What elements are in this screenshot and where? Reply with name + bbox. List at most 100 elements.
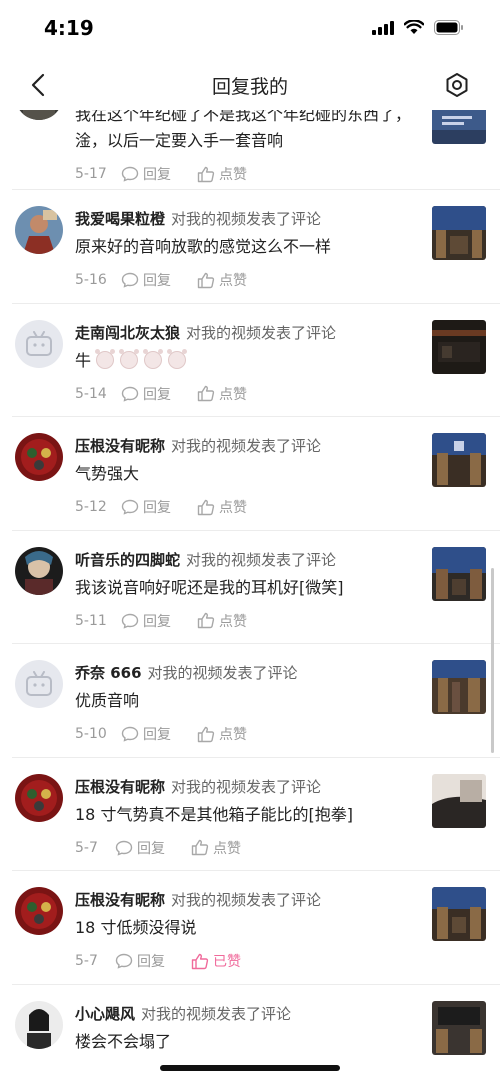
video-thumbnail[interactable] xyxy=(432,108,486,144)
avatar[interactable] xyxy=(15,546,63,595)
video-thumbnail[interactable] xyxy=(432,660,486,714)
like-button[interactable]: 点赞 xyxy=(197,724,247,744)
username[interactable]: 压根没有昵称 xyxy=(75,778,165,796)
cellular-signal-icon xyxy=(372,20,394,35)
cow-emoji-icon xyxy=(167,348,188,369)
reply-button[interactable]: 回复 xyxy=(121,384,171,404)
avatar[interactable] xyxy=(15,1000,63,1049)
list-item[interactable]: 我在这个年纪碰了不是我这个年纪碰的东西了，淦，以后一定要入手一套音响 5-17 … xyxy=(12,108,500,190)
comment-action: 对我的视频发表了评论 xyxy=(171,210,322,228)
avatar[interactable] xyxy=(15,887,63,935)
comment-action: 对我的视频发表了评论 xyxy=(171,891,322,909)
comment-action: 对我的视频发表了评论 xyxy=(141,1004,292,1023)
username[interactable]: 听音乐的四脚蛇 xyxy=(75,551,180,569)
comment-meta: 5-7 回复 已赞 xyxy=(75,951,425,971)
list-item[interactable]: 压根没有昵称 对我的视频发表了评论 18 寸低频没得说 5-7 回复 已赞 xyxy=(12,871,500,985)
username[interactable]: 压根没有昵称 xyxy=(75,437,165,455)
video-thumbnail[interactable] xyxy=(432,433,486,487)
reply-label: 回复 xyxy=(143,386,171,403)
page-title: 回复我的 xyxy=(211,76,288,98)
comment-action: 对我的视频发表了评论 xyxy=(171,437,322,455)
comment-text: 牛 xyxy=(75,350,92,370)
thumbs-up-icon xyxy=(197,385,215,402)
comment-meta: 5-10 回复 点赞 xyxy=(75,724,425,744)
video-thumbnail[interactable] xyxy=(432,887,486,941)
comment-list[interactable]: 我在这个年纪碰了不是我这个年纪碰的东西了，淦，以后一定要入手一套音响 5-17 … xyxy=(0,108,500,1082)
video-thumbnail[interactable] xyxy=(432,546,486,601)
avatar[interactable] xyxy=(15,206,63,254)
username[interactable]: 走南闯北灰太狼 xyxy=(75,324,180,342)
list-item[interactable]: 压根没有昵称 对我的视频发表了评论 气势强大 5-12 回复 点赞 xyxy=(12,417,500,531)
reply-button[interactable]: 回复 xyxy=(121,270,171,290)
like-label: 点赞 xyxy=(219,500,247,516)
list-item[interactable]: 听音乐的四脚蛇 对我的视频发表了评论 我该说音响好呢还是我的耳机好[微笑] 5-1… xyxy=(12,531,500,644)
reply-button[interactable]: 回复 xyxy=(115,951,165,971)
thumbs-up-icon xyxy=(197,499,215,515)
comment-action: 对我的视频发表了评论 xyxy=(171,777,322,796)
comment-action: 对我的视频发表了评论 xyxy=(147,664,298,682)
comment-meta: 5-7 回复 点赞 xyxy=(75,838,425,858)
comment-date: 5-10 xyxy=(75,726,107,742)
comment-action: 对我的视频发表了评论 xyxy=(186,323,337,342)
comment-date: 5-17 xyxy=(75,166,107,182)
liked-button[interactable]: 已赞 xyxy=(191,951,241,971)
comment-date: 5-12 xyxy=(75,499,107,515)
thumbs-up-icon xyxy=(191,953,209,969)
reply-button[interactable]: 回复 xyxy=(115,838,165,858)
video-thumbnail[interactable] xyxy=(432,773,486,828)
nav-header: 回复我的 xyxy=(0,58,500,110)
cow-emoji-icon xyxy=(119,348,140,369)
comment-action: 对我的视频发表了评论 xyxy=(186,550,337,569)
comment-text: 我在这个年纪碰了不是我这个年纪碰的东西了，淦，以后一定要入手一套音响 xyxy=(75,108,412,150)
username[interactable]: 压根没有昵称 xyxy=(75,891,165,909)
like-button[interactable]: 点赞 xyxy=(197,497,247,517)
list-item[interactable]: 压根没有昵称 对我的视频发表了评论 18 寸气势真不是其他箱子能比的[抱拳] 5-… xyxy=(12,758,500,871)
reply-label: 回复 xyxy=(143,500,171,516)
comment-meta: 5-17 回复 点赞 xyxy=(75,164,425,184)
comment-text: 楼会不会塌了 xyxy=(75,1031,172,1051)
like-button[interactable]: 点赞 xyxy=(197,270,247,290)
reply-button[interactable]: 回复 xyxy=(121,497,171,517)
list-item[interactable]: 我爱喝果粒橙 对我的视频发表了评论 原来好的音响放歌的感觉这么不一样 5-16 回… xyxy=(12,190,500,304)
username[interactable]: 乔奈 666 xyxy=(75,664,142,682)
comment-date: 5-11 xyxy=(75,612,107,629)
reply-button[interactable]: 回复 xyxy=(121,724,171,744)
scrollbar[interactable] xyxy=(491,568,494,753)
like-button[interactable]: 点赞 xyxy=(197,164,247,184)
home-indicator[interactable] xyxy=(160,1065,340,1071)
video-thumbnail[interactable] xyxy=(432,1000,486,1055)
speech-bubble-icon xyxy=(115,840,133,856)
avatar[interactable] xyxy=(15,773,63,822)
like-button[interactable]: 点赞 xyxy=(197,384,247,404)
comment-date: 5-7 xyxy=(75,839,98,856)
avatar[interactable] xyxy=(15,433,63,481)
video-thumbnail[interactable] xyxy=(432,206,486,260)
cow-emoji-icon xyxy=(143,348,164,369)
list-item[interactable]: 走南闯北灰太狼 对我的视频发表了评论 牛 5-14 回复 点赞 xyxy=(12,304,500,417)
comment-text: 原来好的音响放歌的感觉这么不一样 xyxy=(75,237,332,256)
list-item[interactable]: 乔奈 666 对我的视频发表了评论 优质音响 5-10 回复 点赞 xyxy=(12,644,500,758)
like-button[interactable]: 点赞 xyxy=(197,611,247,631)
username[interactable]: 我爱喝果粒橙 xyxy=(75,210,165,228)
username[interactable]: 小心飓风 xyxy=(75,1005,135,1023)
comment-text: 我该说音响好呢还是我的耳机好[微笑] xyxy=(75,577,344,597)
settings-button[interactable] xyxy=(442,70,472,100)
like-label: 点赞 xyxy=(219,167,247,183)
speech-bubble-icon xyxy=(121,272,139,288)
thumbs-up-icon xyxy=(197,166,215,182)
comment-date: 5-14 xyxy=(75,385,107,402)
like-label: 点赞 xyxy=(213,840,241,857)
reply-label: 回复 xyxy=(137,954,165,970)
like-button[interactable]: 点赞 xyxy=(191,838,241,858)
comment-content: 牛 xyxy=(75,348,425,374)
video-thumbnail[interactable] xyxy=(432,319,486,374)
reply-button[interactable]: 回复 xyxy=(121,164,171,184)
thumbs-up-icon xyxy=(197,612,215,629)
reply-button[interactable]: 回复 xyxy=(121,611,171,631)
reply-label: 回复 xyxy=(143,613,171,630)
gear-icon xyxy=(446,73,468,97)
avatar[interactable] xyxy=(15,319,63,368)
avatar[interactable] xyxy=(15,660,63,708)
speech-bubble-icon xyxy=(115,953,133,969)
comment-text: 18 寸气势真不是其他箱子能比的[抱拳] xyxy=(75,804,353,824)
